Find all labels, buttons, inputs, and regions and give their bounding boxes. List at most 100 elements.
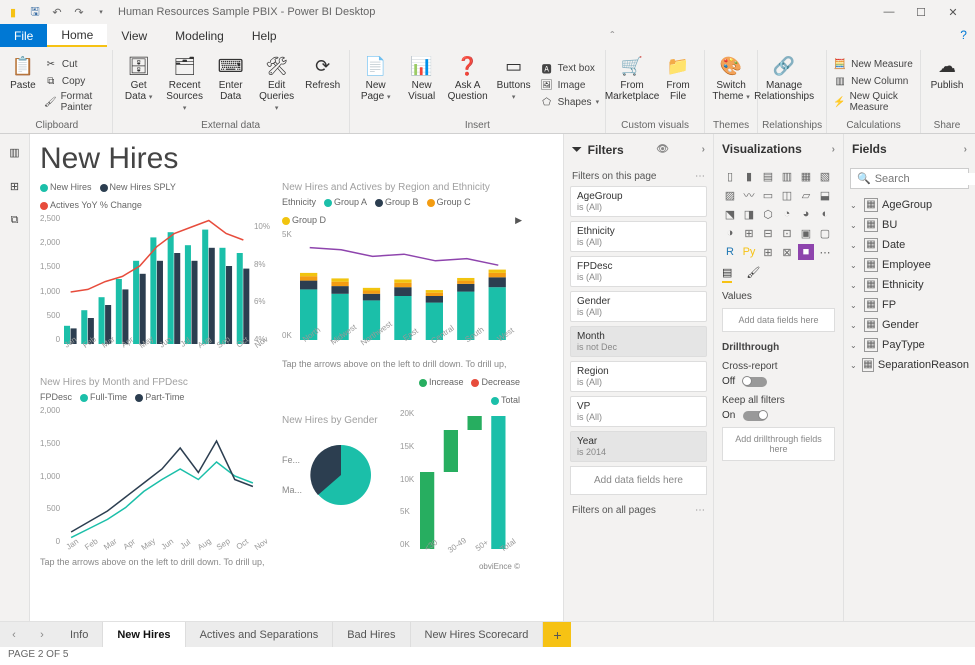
fields-well-icon[interactable]: ▤	[722, 266, 732, 283]
data-view-icon[interactable]: ⊞	[5, 176, 25, 196]
model-view-icon[interactable]: ⧉	[5, 210, 25, 230]
report-view-icon[interactable]: ▥	[5, 142, 25, 162]
drillthrough-drop[interactable]: Add drillthrough fields here	[722, 427, 835, 461]
add-page-filter[interactable]: Add data fields here	[570, 466, 707, 495]
field-table[interactable]: ⌄▦Gender	[848, 315, 971, 335]
page-tabs: ‹ › InfoNew HiresActives and Separations…	[0, 621, 975, 647]
chart1	[62, 214, 252, 344]
chart3	[62, 406, 262, 546]
filter-card[interactable]: Ethnicityis (All)	[570, 221, 707, 252]
filter-card[interactable]: Regionis (All)	[570, 361, 707, 392]
viz-gallery[interactable]: ▯▮▤▥▦▧▨ 〰▭◫▱⬓⬔◨ ⬡◔◕◐◑⊞⊟ ⊡▣▢RPy ⊞⊠■⋯	[714, 164, 843, 264]
page-tab[interactable]: New Hires Scorecard	[411, 622, 544, 647]
page-tab[interactable]: Actives and Separations	[186, 622, 334, 647]
redo-icon[interactable]: ↷	[70, 3, 88, 21]
report-canvas[interactable]: New Hires New Hires New Hires SPLY Activ…	[30, 134, 563, 621]
field-table[interactable]: ⌄▦SeparationReason	[848, 355, 971, 375]
minimize-icon[interactable]: —	[877, 6, 901, 19]
fields-pane: Fields› 🔍 ⌄▦AgeGroup⌄▦BU⌄▦Date⌄▦Employee…	[843, 134, 975, 621]
format-well-icon[interactable]: 🖌	[746, 266, 760, 283]
chart3-legend: FPDesc Full-Time Part-Time	[40, 392, 270, 402]
search-input[interactable]	[875, 173, 975, 185]
new-visual-button[interactable]: 📊New Visual	[400, 52, 444, 118]
keep-filters-toggle[interactable]	[743, 411, 767, 421]
buttons-button[interactable]: ▭Buttons ▾	[492, 52, 536, 118]
recent-sources-button[interactable]: 🗂Recent Sources ▾	[163, 52, 207, 118]
field-table[interactable]: ⌄▦PayType	[848, 335, 971, 355]
copy-button[interactable]: ⧉Copy	[42, 73, 108, 89]
tab-view[interactable]: View	[107, 24, 161, 47]
show-icon: 👁	[656, 144, 669, 155]
collapse-viz-icon: ›	[832, 144, 835, 155]
add-page-button[interactable]: +	[543, 622, 571, 647]
field-table[interactable]: ⌄▦Employee	[848, 255, 971, 275]
new-measure-button[interactable]: 🧮New Measure	[831, 56, 916, 72]
tab-file[interactable]: File	[0, 24, 47, 47]
page-tab[interactable]: Bad Hires	[333, 622, 410, 647]
text-box-button[interactable]: 🅰Text box	[538, 60, 601, 76]
group-insert-label: Insert	[354, 118, 601, 133]
filter-card[interactable]: Genderis (All)	[570, 291, 707, 322]
save-icon[interactable]: 🖫	[26, 3, 44, 21]
view-rail: ▥ ⊞ ⧉	[0, 134, 30, 621]
search-icon: 🔍	[857, 172, 871, 185]
chart3-title: New Hires by Month and FPDesc	[40, 377, 270, 388]
collapse-filters-icon[interactable]: ›	[702, 144, 705, 155]
tab-home[interactable]: Home	[47, 24, 107, 47]
page-tab[interactable]: Info	[56, 622, 103, 647]
edit-queries-button[interactable]: 🛠Edit Queries ▾	[255, 52, 299, 118]
app-logo: ▮	[4, 3, 22, 21]
fields-search[interactable]: 🔍	[850, 168, 969, 189]
group-themes-label: Themes	[709, 118, 753, 133]
paste-button[interactable]: 📋Paste	[6, 52, 40, 118]
group-external-label: External data	[117, 118, 345, 133]
field-table[interactable]: ⌄▦FP	[848, 295, 971, 315]
values-drop[interactable]: Add data fields here	[722, 308, 835, 332]
format-painter-button[interactable]: 🖌Format Painter	[42, 90, 108, 114]
field-table[interactable]: ⌄▦Ethnicity	[848, 275, 971, 295]
field-table[interactable]: ⌄▦AgeGroup	[848, 195, 971, 215]
field-table[interactable]: ⌄▦Date	[848, 235, 971, 255]
tab-modeling[interactable]: Modeling	[161, 24, 238, 47]
from-marketplace-button[interactable]: 🛒From Marketplace	[610, 52, 654, 118]
publish-button[interactable]: ☁Publish	[925, 52, 969, 118]
image-button[interactable]: 🖼Image	[538, 77, 601, 93]
tab-next[interactable]: ›	[28, 622, 56, 647]
viz-header[interactable]: Visualizations›	[714, 134, 843, 164]
new-quick-measure-button[interactable]: ⚡New Quick Measure	[831, 90, 916, 114]
new-column-button[interactable]: ▥New Column	[831, 73, 916, 89]
enter-data-button[interactable]: ⌨Enter Data	[209, 52, 253, 118]
ribbon-tabs: File Home View Modeling Help ˆ ?	[0, 24, 975, 48]
ask-question-button[interactable]: ❓Ask A Question	[446, 52, 490, 118]
filters-header[interactable]: ⏷ Filters 👁 ›	[564, 134, 713, 165]
page-tab[interactable]: New Hires	[103, 622, 185, 647]
tab-prev[interactable]: ‹	[0, 622, 28, 647]
from-file-button[interactable]: 📁From File	[656, 52, 700, 118]
filter-card[interactable]: AgeGroupis (All)	[570, 186, 707, 217]
group-calculations-label: Calculations	[831, 118, 916, 133]
field-table[interactable]: ⌄▦BU	[848, 215, 971, 235]
filter-card[interactable]: Monthis not Dec	[570, 326, 707, 357]
filter-card[interactable]: Yearis 2014	[570, 431, 707, 462]
fields-header[interactable]: Fields›	[844, 134, 975, 164]
maximize-icon[interactable]: ☐	[909, 6, 933, 19]
help-icon[interactable]: ?	[952, 24, 975, 47]
chart4-title: New Hires by Gender	[282, 415, 392, 426]
get-data-button[interactable]: 🗄Get Data ▾	[117, 52, 161, 118]
undo-icon[interactable]: ↶	[48, 3, 66, 21]
filter-card[interactable]: VPis (All)	[570, 396, 707, 427]
refresh-button[interactable]: ⟳Refresh	[301, 52, 345, 118]
cut-button[interactable]: ✂Cut	[42, 56, 108, 72]
tab-help[interactable]: Help	[238, 24, 291, 47]
qat-dropdown[interactable]: ▾	[92, 3, 110, 21]
close-icon[interactable]: ✕	[941, 6, 965, 19]
chart2-title: New Hires and Actives by Region and Ethn…	[282, 182, 522, 193]
shapes-button[interactable]: ⬠Shapes ▾	[538, 94, 601, 110]
cross-report-toggle[interactable]	[743, 377, 767, 387]
manage-relationships-button[interactable]: 🔗Manage Relationships	[762, 52, 806, 118]
new-page-button[interactable]: 📄New Page ▾	[354, 52, 398, 118]
visualizations-pane: Visualizations› ▯▮▤▥▦▧▨ 〰▭◫▱⬓⬔◨ ⬡◔◕◐◑⊞⊟ …	[713, 134, 843, 621]
switch-theme-button[interactable]: 🎨Switch Theme ▾	[709, 52, 753, 118]
filter-card[interactable]: FPDescis (All)	[570, 256, 707, 287]
collapse-ribbon-icon[interactable]: ˆ	[610, 29, 632, 43]
